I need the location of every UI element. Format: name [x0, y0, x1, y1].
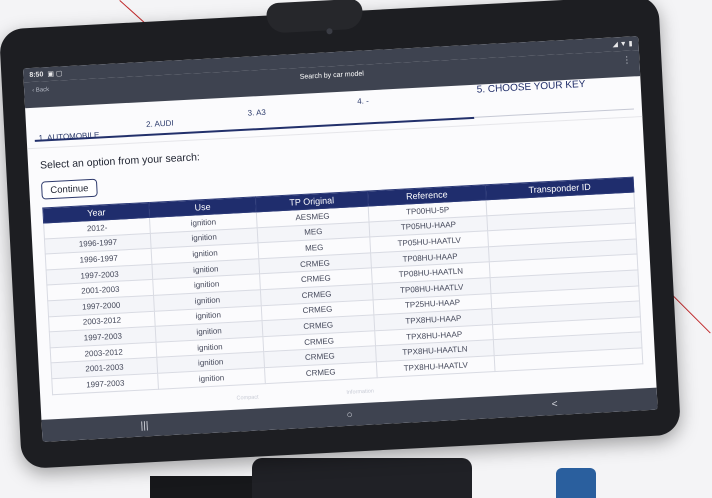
home-icon[interactable]: ○	[334, 408, 365, 421]
results-table: Year Use TP Original Reference Transpond…	[42, 177, 643, 395]
status-time: 8:50	[29, 70, 44, 79]
recents-icon[interactable]: |||	[129, 419, 160, 432]
tablet-device: 8:50 ▣ ▢ ◢ ▼ ▮ ‹ Back Search by car mode…	[0, 0, 682, 469]
system-icons: ◢ ▼ ▮	[612, 40, 633, 49]
more-menu-icon[interactable]: ⋮	[622, 55, 632, 66]
compact-control[interactable]: Compact	[236, 394, 258, 401]
front-camera	[326, 28, 333, 35]
information-control[interactable]: Information	[346, 388, 374, 395]
dock-blue-part	[556, 468, 596, 498]
notification-icons: ▣ ▢	[47, 70, 63, 79]
selection-prompt: Select an option from your search:	[39, 151, 201, 172]
step-progress-line	[34, 116, 475, 142]
continue-button[interactable]: Continue	[40, 178, 98, 200]
tablet-mount-clip	[265, 0, 364, 34]
back-icon[interactable]: <	[539, 398, 570, 411]
tablet-screen: 8:50 ▣ ▢ ◢ ▼ ▮ ‹ Back Search by car mode…	[23, 36, 658, 442]
tablet-holder	[252, 458, 472, 498]
step-a3[interactable]: 3. A3	[247, 108, 266, 118]
step-remaining-line	[474, 108, 634, 118]
step-4[interactable]: 4. -	[357, 96, 369, 106]
step-audi[interactable]: 2. AUDI	[146, 119, 174, 129]
